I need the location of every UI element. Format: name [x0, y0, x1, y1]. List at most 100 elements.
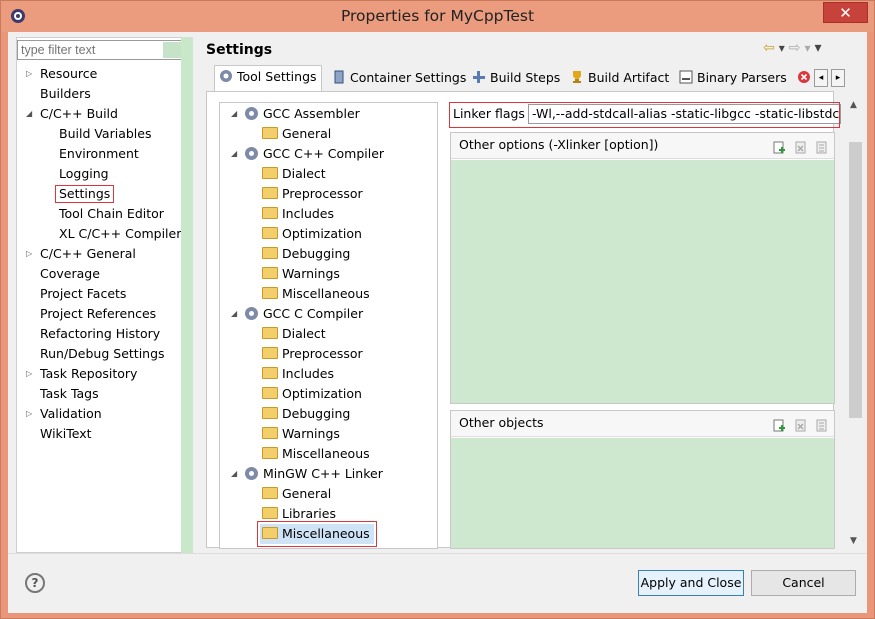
tool-tree-label: General [282, 486, 332, 501]
nav-item[interactable]: ▷ C/C++ General [26, 244, 136, 264]
nav-item[interactable]: ◢ C/C++ Build [26, 104, 118, 124]
scroll-thumb[interactable] [849, 142, 862, 418]
collapse-icon[interactable]: ◢ [231, 104, 237, 124]
forward-arrow-icon[interactable]: ⇨ [789, 40, 801, 56]
nav-item[interactable]: WikiText [40, 424, 92, 444]
tool-category-node[interactable]: Debugging [262, 404, 350, 424]
nav-item[interactable]: Project References [40, 304, 156, 324]
tool-node[interactable]: ◢ GCC C Compiler [231, 304, 363, 324]
nav-item-label: C/C++ Build [40, 106, 118, 121]
nav-item[interactable]: Refactoring History [40, 324, 160, 344]
option-folder-icon [262, 507, 278, 519]
tab-scroll-right[interactable]: ▸ [831, 69, 845, 87]
tool-category-node[interactable]: Optimization [262, 384, 362, 404]
nav-item[interactable]: Logging [59, 164, 109, 184]
tool-tree-label: Includes [282, 206, 335, 221]
nav-item-label: Environment [59, 146, 139, 161]
edit-icon[interactable] [815, 416, 828, 432]
expand-icon[interactable]: ▷ [26, 404, 32, 424]
tool-tree-label: GCC C++ Compiler [263, 146, 385, 161]
other-objects-list[interactable] [451, 438, 834, 548]
nav-item[interactable]: Environment [59, 144, 139, 164]
tool-category-node[interactable]: Miscellaneous [257, 521, 377, 547]
cancel-button[interactable]: Cancel [751, 570, 856, 596]
option-folder-icon [262, 247, 278, 259]
collapse-icon[interactable]: ◢ [231, 144, 237, 164]
tab-container-settings[interactable]: Container Settings [328, 67, 470, 91]
nav-item[interactable]: Run/Debug Settings [40, 344, 165, 364]
delete-icon[interactable] [794, 416, 807, 432]
tool-tree-label: Preprocessor [282, 346, 363, 361]
nav-item[interactable]: Tool Chain Editor [59, 204, 164, 224]
tool-tree-label: Optimization [282, 386, 362, 401]
collapse-icon[interactable]: ◢ [231, 464, 237, 484]
tool-category-node[interactable]: Miscellaneous [262, 284, 370, 304]
back-menu-icon[interactable]: ▾ [779, 41, 785, 55]
tab-tool-settings[interactable]: Tool Settings [214, 65, 322, 91]
tool-category-node[interactable]: Libraries [262, 504, 336, 524]
nav-item-label: Settings [55, 185, 115, 203]
tool-category-node[interactable]: Debugging [262, 244, 350, 264]
other-options-list[interactable] [451, 160, 834, 403]
nav-item[interactable]: ▷ Resource [26, 64, 97, 84]
tab-binary-parsers[interactable]: Binary Parsers [675, 67, 791, 91]
nav-item[interactable]: Builders [40, 84, 91, 104]
tool-tree-label: General [282, 126, 332, 141]
apply-and-close-button[interactable]: Apply and Close [638, 570, 744, 596]
option-folder-icon [262, 527, 278, 539]
nav-item-label: Project References [40, 306, 157, 321]
help-icon[interactable]: ? [25, 573, 45, 593]
expand-icon[interactable]: ▷ [26, 364, 32, 384]
add-icon[interactable] [773, 416, 786, 432]
tool-tree-label: Libraries [282, 506, 336, 521]
tool-category-node[interactable]: General [262, 484, 331, 504]
error-icon [797, 69, 811, 83]
filter-input[interactable] [17, 40, 183, 60]
view-menu-icon[interactable]: ▾ [815, 40, 822, 56]
tool-category-node[interactable]: General [262, 124, 331, 144]
build-steps-icon [472, 69, 486, 83]
tool-category-node[interactable]: Includes [262, 364, 334, 384]
nav-item[interactable]: XL C/C++ Compiler [59, 224, 181, 244]
collapse-icon[interactable]: ◢ [26, 104, 32, 124]
nav-item[interactable]: ▷ Validation [26, 404, 102, 424]
close-button[interactable]: ✕ [823, 2, 868, 23]
back-arrow-icon[interactable]: ⇦ [763, 40, 775, 56]
nav-item[interactable]: Settings [55, 184, 115, 204]
nav-scrollbar[interactable] [181, 37, 193, 553]
tool-category-node[interactable]: Dialect [262, 324, 326, 344]
tool-node[interactable]: ◢ MinGW C++ Linker [231, 464, 383, 484]
scroll-down-icon[interactable]: ▼ [850, 536, 857, 546]
tool-category-node[interactable]: Warnings [262, 264, 340, 284]
nav-item[interactable]: Task Tags [40, 384, 99, 404]
edit-icon[interactable] [815, 138, 828, 154]
tool-category-node[interactable]: Includes [262, 204, 334, 224]
tab-scroll-left[interactable]: ◂ [814, 69, 828, 87]
tool-tree-label: GCC Assembler [263, 106, 360, 121]
nav-item[interactable]: ▷ Task Repository [26, 364, 137, 384]
tool-category-node[interactable]: Warnings [262, 424, 340, 444]
forward-menu-icon[interactable]: ▾ [805, 41, 811, 55]
nav-item[interactable]: Build Variables [59, 124, 151, 144]
tool-node[interactable]: ◢ GCC Assembler [231, 104, 360, 124]
tool-category-node[interactable]: Preprocessor [262, 184, 363, 204]
nav-item-label: Coverage [40, 266, 100, 281]
tool-category-node[interactable]: Miscellaneous [262, 444, 370, 464]
delete-icon[interactable] [794, 138, 807, 154]
trophy-icon [570, 69, 584, 83]
tab-build-artifact[interactable]: Build Artifact [566, 67, 673, 91]
collapse-icon[interactable]: ◢ [231, 304, 237, 324]
expand-icon[interactable]: ▷ [26, 244, 32, 264]
nav-item[interactable]: Coverage [40, 264, 100, 284]
tab-build-steps[interactable]: Build Steps [468, 67, 564, 91]
tool-category-node[interactable]: Optimization [262, 224, 362, 244]
expand-icon[interactable]: ▷ [26, 64, 32, 84]
tool-category-node[interactable]: Dialect [262, 164, 326, 184]
tool-node[interactable]: ◢ GCC C++ Compiler [231, 144, 385, 164]
option-folder-icon [262, 287, 278, 299]
scroll-up-icon[interactable]: ▲ [850, 100, 857, 110]
nav-item[interactable]: Project Facets [40, 284, 126, 304]
tool-category-node[interactable]: Preprocessor [262, 344, 363, 364]
add-icon[interactable] [773, 138, 786, 154]
content-scrollbar[interactable]: ▲ ▼ [847, 98, 864, 548]
